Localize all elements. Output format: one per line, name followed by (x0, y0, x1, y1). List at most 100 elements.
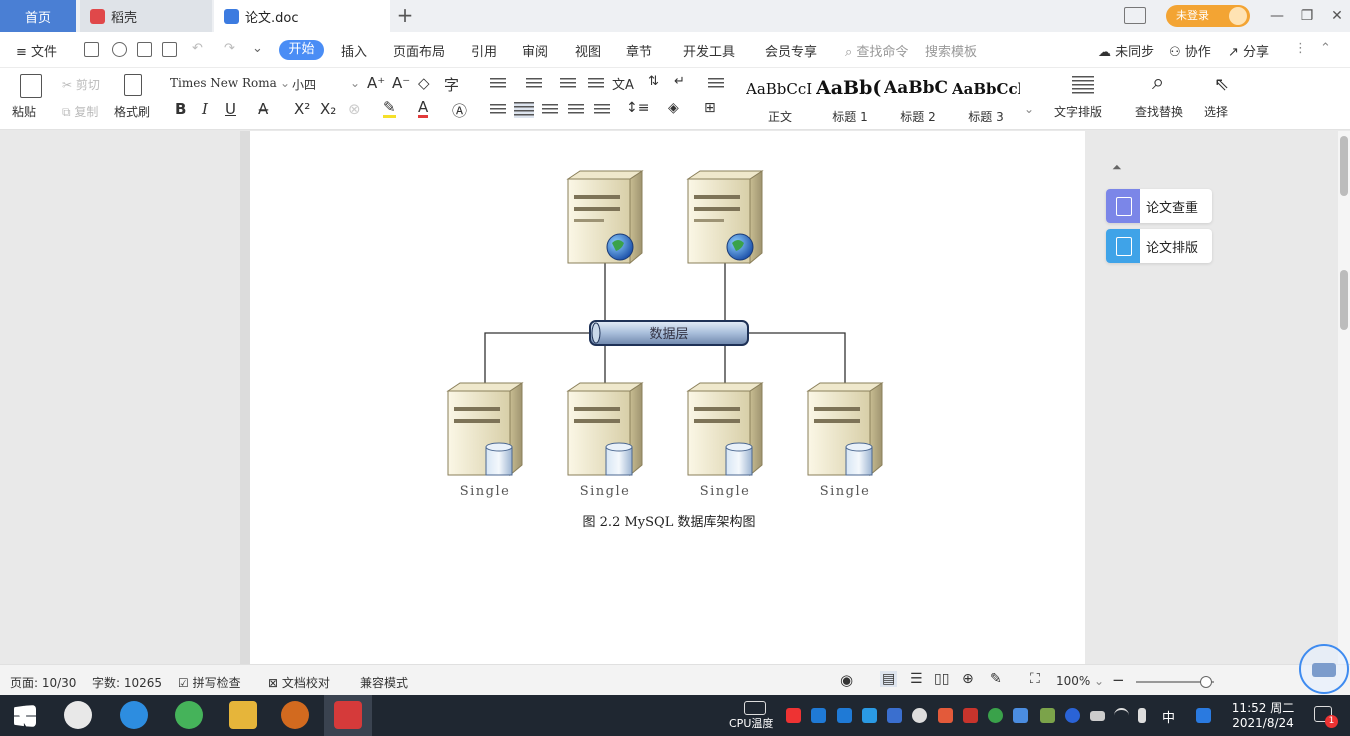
internet-explorer-icon[interactable] (120, 701, 148, 729)
windows-start-icon[interactable] (14, 705, 36, 727)
search-template[interactable]: 搜索模板 (925, 41, 977, 60)
zoom-level[interactable]: 100% (1056, 674, 1090, 688)
save-icon[interactable] (84, 42, 99, 57)
paper-format-button[interactable]: 论文排版 (1106, 229, 1212, 263)
select-button[interactable]: 选择 (1204, 103, 1228, 120)
zoom-level-chevron-icon[interactable]: ⌄ (1094, 674, 1104, 688)
undo-history-icon[interactable] (112, 42, 127, 57)
shrink-font-icon[interactable]: A⁻ (392, 74, 410, 92)
find-replace-button[interactable]: 查找替换 (1135, 103, 1183, 120)
text-layout-button[interactable]: 文字排版 (1054, 103, 1102, 120)
borders-icon[interactable]: ⊞ (704, 100, 716, 116)
cpu-temp-icon[interactable] (744, 701, 766, 715)
font-name-chevron-icon[interactable]: ⌄ (280, 76, 290, 90)
superscript-icon[interactable]: X² (294, 100, 310, 118)
tray-app-olive-icon[interactable] (1040, 708, 1055, 723)
char-border-icon[interactable]: Ⓐ (452, 100, 467, 121)
styles-more-icon[interactable]: ⌄ (1024, 102, 1034, 116)
format-painter-button[interactable]: 格式刷 (114, 103, 150, 120)
copy-button[interactable]: ⧉ 复制 (62, 103, 98, 120)
tray-app-blue-1-icon[interactable] (811, 708, 826, 723)
spell-check-button[interactable]: ☑ 拼写检查 (178, 674, 241, 691)
file-explorer-icon[interactable] (229, 701, 257, 729)
tab-home[interactable]: 首页 (0, 0, 76, 32)
shield-icon[interactable] (887, 708, 902, 723)
tray-app-darkred-icon[interactable] (963, 708, 978, 723)
minimize-icon[interactable]: — (1262, 0, 1292, 32)
paste-icon[interactable] (20, 74, 42, 98)
page-view-icon[interactable]: ▤ (880, 671, 898, 687)
reading-mode-icon[interactable] (1124, 7, 1146, 24)
format-painter-icon[interactable] (124, 74, 142, 96)
font-name-select[interactable]: Times New Roma (170, 76, 277, 90)
zoom-out-icon[interactable]: − (1112, 671, 1125, 689)
font-size-select[interactable]: 小四 (292, 76, 316, 93)
bullet-list-icon[interactable] (490, 78, 506, 90)
clock-time[interactable]: 11:52 周二 (1228, 699, 1298, 716)
scrollbar-top-thumb[interactable] (1340, 136, 1348, 196)
bold-icon[interactable]: B (175, 100, 186, 118)
doc-proofread-button[interactable]: ⊠ 文档校对 (268, 674, 330, 691)
print-preview-icon[interactable] (162, 42, 177, 57)
notification-bell-icon[interactable] (912, 708, 927, 723)
app-launcher-icon[interactable] (64, 701, 92, 729)
collapse-ribbon-icon[interactable]: ⌃ (1320, 41, 1331, 56)
subscript-icon[interactable]: X₂ (320, 100, 336, 118)
font-size-chevron-icon[interactable]: ⌄ (350, 76, 360, 90)
document-page[interactable]: 数据层 Single Single Single Single 图 2.2 My… (250, 131, 1085, 664)
side-panel-collapse-icon[interactable]: ⏶ (1112, 160, 1128, 174)
show-marks-icon[interactable]: ↵ (674, 74, 685, 89)
tray-app-green-icon[interactable] (988, 708, 1003, 723)
bluetooth-icon[interactable] (1065, 708, 1080, 723)
browser-360-icon[interactable] (175, 701, 203, 729)
sort-icon[interactable]: ⇅ (648, 74, 659, 89)
share-button[interactable]: ↗ 分享 (1228, 41, 1269, 60)
strikethrough-icon[interactable]: A̶ (258, 100, 268, 118)
grow-font-icon[interactable]: A⁺ (367, 74, 385, 92)
battery-icon[interactable] (1090, 711, 1105, 721)
highlight-icon[interactable]: ✎ (383, 100, 396, 118)
new-tab-plus-icon[interactable]: + (394, 4, 416, 26)
print-icon[interactable] (137, 42, 152, 57)
tab-document[interactable]: 论文.doc (214, 0, 390, 32)
phonetic-guide-icon[interactable]: 字 (444, 74, 459, 95)
tray-app-lightblue-icon[interactable] (1013, 708, 1028, 723)
increase-indent-icon[interactable] (588, 78, 604, 90)
char-shading-icon[interactable]: ⊗ (348, 100, 361, 118)
line-spacing-icon[interactable]: ↕≡ (626, 100, 649, 116)
paper-check-button[interactable]: 论文查重 (1106, 189, 1212, 223)
justify-icon[interactable] (568, 104, 584, 116)
page-indicator[interactable]: 页面: 10/30 (10, 674, 76, 691)
italic-icon[interactable]: I (202, 100, 208, 118)
wps-taskbar-button[interactable] (324, 695, 372, 736)
tab-developer[interactable]: 开发工具 (683, 41, 735, 60)
select-cursor-icon[interactable]: ⇖ (1214, 74, 1229, 95)
reading-view-icon[interactable]: ▯▯ (934, 671, 949, 687)
paste-button[interactable]: 粘贴 (12, 103, 36, 120)
more-icon[interactable]: ⋮ (1294, 41, 1307, 56)
numbered-list-icon[interactable] (526, 78, 542, 90)
chinese-layout-icon[interactable]: 文A (612, 74, 634, 93)
tab-page-layout[interactable]: 页面布局 (393, 41, 445, 60)
tab-chapter[interactable]: 章节 (626, 41, 652, 60)
tray-app-input-icon[interactable] (1196, 708, 1211, 723)
align-center-icon[interactable] (514, 102, 534, 118)
tab-references[interactable]: 引用 (471, 41, 497, 60)
decrease-indent-icon[interactable] (560, 78, 576, 90)
style-heading-1[interactable]: AaBb( 标题 1 (816, 74, 884, 124)
restore-icon[interactable]: ❐ (1292, 0, 1322, 32)
search-command[interactable]: ⌕ 查找命令 (845, 41, 908, 60)
tab-start[interactable]: 开始 (279, 40, 324, 60)
tab-review[interactable]: 审阅 (522, 41, 548, 60)
outline-view-icon[interactable]: ☰ (910, 671, 923, 687)
floating-assistant-ball[interactable] (1299, 644, 1349, 694)
tray-app-orange-icon[interactable] (938, 708, 953, 723)
sync-status[interactable]: ☁ 未同步 (1098, 41, 1154, 60)
input-method-indicator[interactable]: 中 (1162, 707, 1175, 726)
text-layout-icon[interactable] (1072, 76, 1094, 94)
tray-app-red-icon[interactable] (786, 708, 801, 723)
fit-page-icon[interactable]: ⛶ (1030, 671, 1040, 687)
wifi-icon[interactable] (1114, 708, 1129, 723)
tab-stops-icon[interactable] (708, 78, 724, 90)
tray-app-blue-2-icon[interactable] (837, 708, 852, 723)
